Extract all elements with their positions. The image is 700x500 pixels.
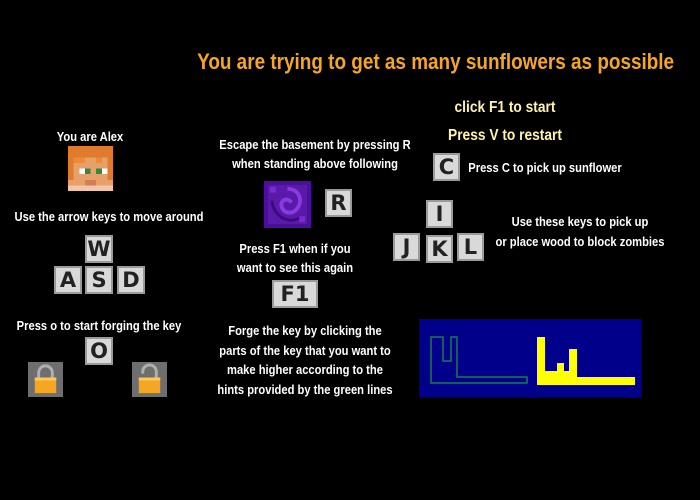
key-s: S	[85, 266, 113, 294]
move-instruction: Use the arrow keys to move around	[14, 209, 204, 224]
forge-instruction-line2: parts of the key that you want to	[219, 343, 391, 358]
key-forging-panel[interactable]	[419, 319, 641, 397]
key-f1: F1	[272, 280, 318, 308]
forge-instruction-line4: hints provided by the green lines	[217, 382, 393, 397]
alex-face-icon	[68, 146, 113, 191]
basement-instruction-line2: when standing above following	[232, 156, 398, 171]
forge-instruction-line1: Forge the key by clicking the	[228, 323, 382, 338]
key-c: C	[433, 153, 460, 181]
restart-instruction: Press V to restart	[448, 127, 562, 144]
key-o: O	[85, 337, 113, 365]
key-d: D	[117, 266, 145, 294]
locked-padlock-icon	[28, 362, 63, 397]
forge-instruction-line3: make higher according to the	[227, 362, 383, 377]
wood-instruction-line1: Use these keys to pick up	[511, 214, 649, 229]
unlocked-padlock-icon	[132, 362, 167, 397]
pickup-sunflower-text: Press C to pick up sunflower	[468, 160, 622, 175]
key-w: W	[85, 235, 113, 263]
portal-block-icon	[264, 181, 311, 228]
key-k: K	[426, 235, 453, 263]
panel-background	[419, 319, 641, 397]
start-instruction: click F1 to start	[454, 99, 556, 116]
key-r: R	[325, 189, 352, 217]
key-i: I	[426, 200, 453, 228]
f1-again-line2: want to see this again	[236, 260, 354, 275]
basement-instruction-line1: Escape the basement by pressing R	[219, 137, 411, 152]
f1-again-line1: Press F1 when if you	[239, 241, 351, 256]
wood-instruction-line2: or place wood to block zombies	[495, 234, 665, 249]
key-l: L	[457, 233, 484, 261]
forge-start-instruction: Press o to start forging the key	[16, 318, 182, 333]
key-j: J	[393, 233, 420, 261]
you-are-alex-text: You are Alex	[56, 129, 124, 144]
key-a: A	[54, 266, 82, 294]
page-title: You are trying to get as many sunflowers…	[197, 49, 675, 74]
